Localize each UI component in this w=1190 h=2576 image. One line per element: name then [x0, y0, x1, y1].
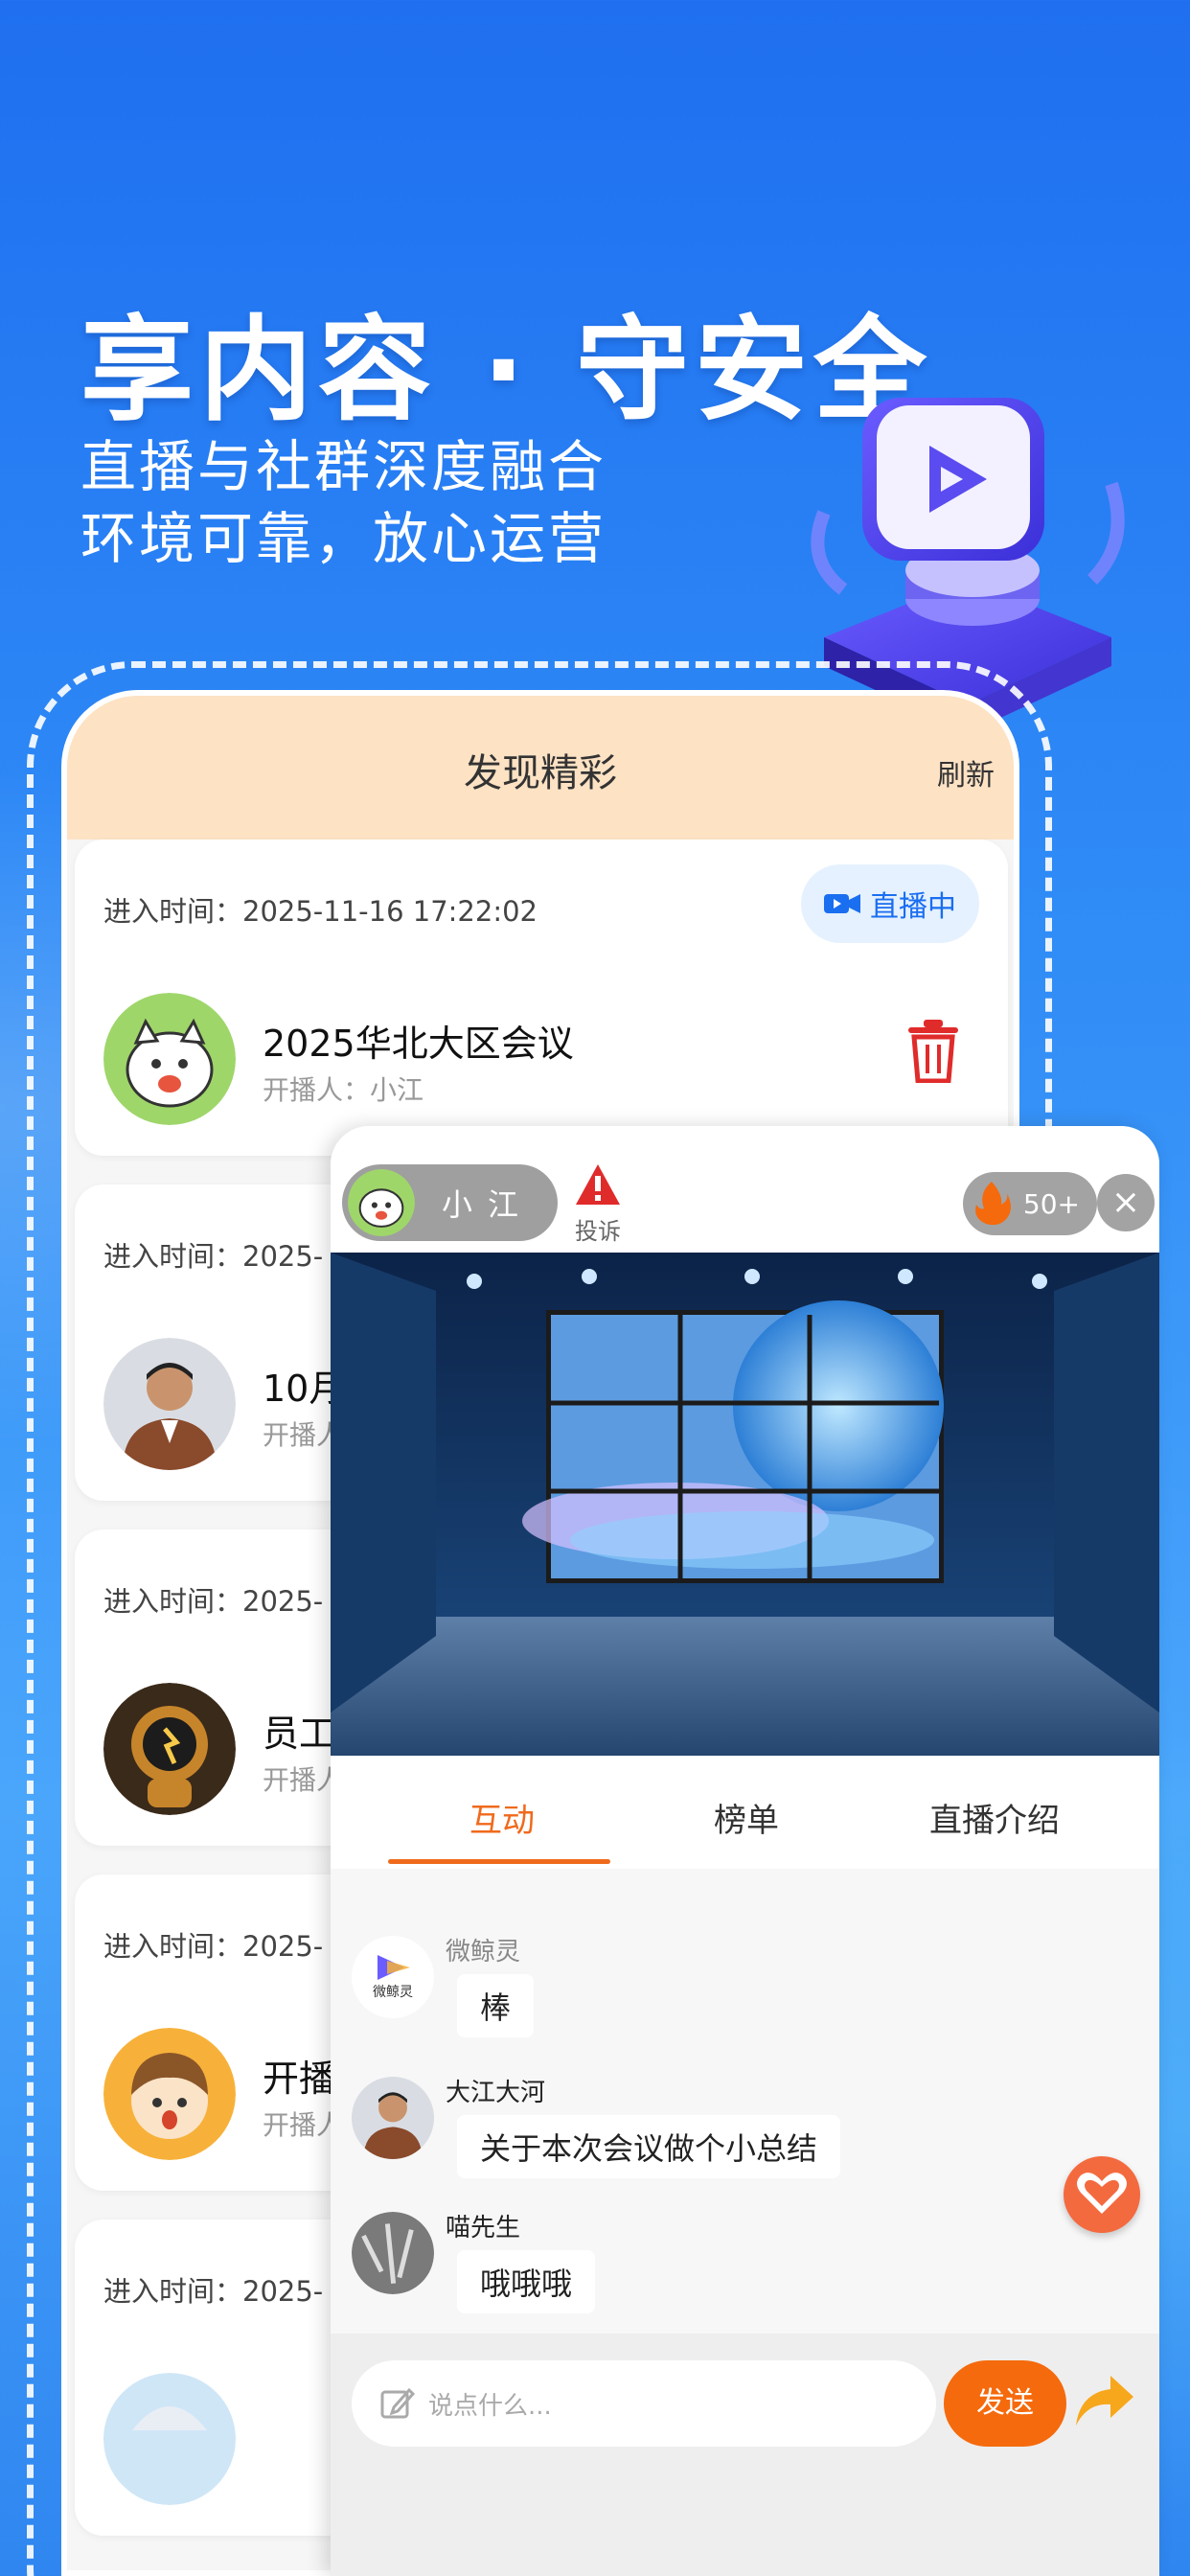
message-bubble: 关于本次会议做个小总结 [457, 2115, 841, 2178]
host-avatar [348, 1169, 415, 1236]
chat-input[interactable]: 说点什么... [352, 2360, 936, 2447]
host-pill[interactable]: 小江 [342, 1164, 558, 1241]
message-bubble: 棒 [457, 1974, 535, 2037]
tab-live-intro[interactable]: 直播介绍 [929, 1794, 1060, 1841]
message-nickname: 微鲸灵 [446, 1938, 521, 1966]
discover-title: 发现精彩 [464, 751, 617, 795]
message-nickname: 大江大河 [446, 2079, 546, 2107]
tab-interaction[interactable]: 互动 [469, 1794, 535, 1841]
report-label: 投诉 [575, 1218, 621, 1245]
hero-subtitle-line2: 环境可靠，放心运营 [80, 506, 607, 571]
chat-input-bar: 说点什么... 发送 [331, 2334, 1159, 2576]
share-icon[interactable] [1074, 2374, 1135, 2427]
entry-time: 进入时间：2025- [103, 1585, 324, 1618]
send-button[interactable]: 发送 [944, 2360, 1066, 2447]
logo-text: 微鲸灵 [373, 1985, 413, 2000]
message-avatar [352, 2077, 434, 2159]
avatar [103, 993, 236, 1125]
trash-icon[interactable] [906, 1020, 960, 1083]
host-name: 小江 [442, 1186, 535, 1223]
heat-badge: 50+ [963, 1172, 1097, 1235]
heat-count: 50+ [1022, 1187, 1080, 1220]
avatar [103, 1683, 236, 1815]
entry-time: 进入时间：2025- [103, 1930, 324, 1963]
live-video-player[interactable] [331, 1253, 1159, 1756]
message-avatar [352, 2212, 434, 2294]
live-title: 2025华北大区会议 [263, 1023, 574, 1065]
avatar [103, 2028, 236, 2160]
live-room-topbar: 小江 投诉 50+ × [331, 1126, 1159, 1253]
refresh-button[interactable]: 刷新 [937, 751, 995, 794]
host-label: 开播人：小江 [263, 1074, 424, 1106]
tab-ranking[interactable]: 榜单 [714, 1794, 779, 1841]
flame-icon [975, 1182, 1011, 1226]
report-button[interactable]: 投诉 [575, 1164, 621, 1246]
edit-icon [380, 2387, 415, 2419]
entry-time: 进入时间：2025- [103, 2275, 324, 2308]
warning-icon [576, 1164, 620, 1205]
video-camera-icon [824, 894, 860, 913]
live-card[interactable]: 进入时间：2025-11-16 17:22:02 直播中 2025华北大区会议 … [75, 840, 1008, 1156]
message-bubble: 哦哦哦 [457, 2250, 596, 2313]
live-tabs: 互动 榜单 直播介绍 [331, 1756, 1159, 1869]
close-button[interactable]: × [1097, 1174, 1155, 1231]
hero-subtitle-line1: 直播与社群深度融合 [80, 434, 607, 499]
entry-time: 进入时间：2025-11-16 17:22:02 [103, 895, 538, 928]
live-status-badge: 直播中 [801, 864, 979, 943]
like-button[interactable] [1064, 2156, 1140, 2233]
avatar [103, 1338, 236, 1470]
live-room-panel: 小江 投诉 50+ × 互动 榜单 直播介绍 微鲸灵 微鲸灵 棒 大江大河 关于… [331, 1126, 1159, 2576]
message-nickname: 喵先生 [446, 2214, 521, 2242]
active-tab-indicator [388, 1859, 610, 1864]
play-logo-icon [378, 1955, 410, 1980]
live-title: 员工 [263, 1713, 336, 1755]
live-status-label: 直播中 [870, 890, 956, 924]
logo-avatar: 微鲸灵 [352, 1936, 434, 2018]
heart-icon [1077, 2173, 1127, 2214]
discover-header: 发现精彩 刷新 [67, 696, 1014, 840]
live-title: 开播 [263, 2058, 336, 2100]
chat-input-placeholder: 说点什么... [428, 2391, 552, 2421]
entry-time: 进入时间：2025- [103, 1240, 324, 1273]
avatar [103, 2373, 236, 2505]
